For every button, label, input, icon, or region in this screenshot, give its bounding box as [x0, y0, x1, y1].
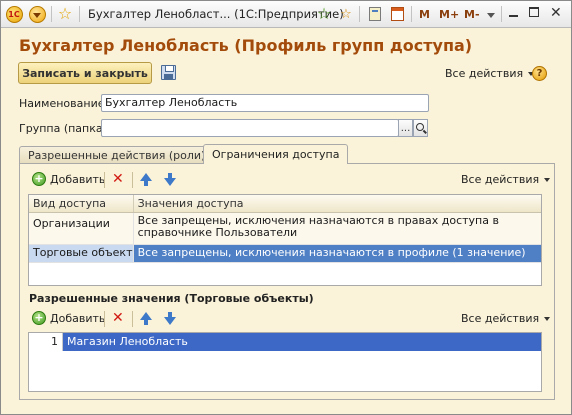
divider: [104, 311, 105, 327]
logo-1c-icon: 1С: [5, 5, 23, 23]
name-input[interactable]: Бухгалтер Ленобласть: [101, 94, 429, 112]
save-and-close-button[interactable]: Записать и закрыть: [18, 62, 152, 84]
title-bar: 1С ☆ Бухгалтер Ленобласт... (1С:Предприя…: [1, 1, 571, 28]
maximize-button[interactable]: [529, 7, 539, 17]
cell-row-number: 1: [29, 333, 63, 351]
allowed-values-table[interactable]: 1 Магазин Ленобласть: [28, 332, 542, 392]
access-kinds-table[interactable]: Вид доступа Значения доступа Организации…: [28, 194, 542, 286]
arrow-down-icon: [163, 311, 177, 325]
main-menu-button[interactable]: [28, 5, 46, 23]
all-actions-label: Все действия: [445, 67, 524, 80]
divider: [132, 172, 133, 188]
group-input[interactable]: [101, 119, 399, 137]
cell-values: Все запрещены, исключения назначаются в …: [137, 214, 499, 239]
cell-kind: Организации: [29, 213, 134, 244]
favorites-button[interactable]: ☆: [56, 5, 74, 23]
allowed-values-title: Разрешенные значения (Торговые объекты): [29, 292, 314, 305]
divider: [51, 6, 52, 22]
calculator-icon: [369, 7, 381, 21]
add-favorite-button[interactable]: ☆: [315, 5, 333, 23]
add-icon: +: [32, 172, 46, 186]
delete-button[interactable]: ✕: [112, 172, 124, 186]
move-down-value-button[interactable]: [163, 311, 177, 325]
app-window: 1С ☆ Бухгалтер Ленобласт... (1С:Предприя…: [0, 0, 572, 415]
help-icon[interactable]: ?: [532, 66, 547, 81]
calculator-button[interactable]: [366, 5, 384, 23]
page-title: Бухгалтер Ленобласть (Профиль групп дост…: [19, 36, 473, 55]
chevron-down-icon: [544, 316, 551, 321]
cell-value: Магазин Ленобласть: [67, 335, 188, 348]
add-label: Добавить: [50, 172, 106, 186]
tab-panel-access-restrictions: + Добавить ✕ Все действия Вид доступа Зн…: [19, 163, 555, 400]
minimize-icon: [509, 15, 518, 17]
select-button[interactable]: ...: [398, 119, 413, 137]
chevron-down-icon: [544, 177, 551, 182]
window-title: Бухгалтер Ленобласт... (1С:Предприятие): [88, 7, 344, 21]
move-down-button[interactable]: [163, 172, 177, 186]
memory-add-button[interactable]: M+: [439, 8, 459, 21]
delete-value-button[interactable]: ✕: [112, 311, 124, 325]
add-label: Добавить: [50, 311, 106, 325]
save-icon[interactable]: [161, 65, 176, 80]
memory-button[interactable]: M: [419, 8, 430, 21]
delete-icon: ✕: [112, 310, 124, 326]
star-icon: ☆: [57, 4, 73, 23]
add-access-kind-button[interactable]: + Добавить: [32, 172, 105, 186]
memory-subtract-button[interactable]: M-: [464, 8, 480, 21]
close-button[interactable]: ✕: [550, 5, 562, 21]
arrow-up-icon: [139, 311, 153, 325]
cell-kind: Торговые объекты: [29, 245, 134, 262]
delete-icon: ✕: [112, 171, 124, 187]
divider: [501, 6, 502, 22]
all-actions-menu[interactable]: Все действия: [445, 67, 535, 80]
divider: [359, 6, 360, 22]
all-actions-label: Все действия: [461, 312, 540, 325]
table-row[interactable]: Организации Все запрещены, исключения на…: [29, 213, 541, 245]
table-all-actions-menu[interactable]: Все действия: [461, 173, 551, 186]
all-actions-label: Все действия: [461, 173, 540, 186]
table-row-selected[interactable]: Торговые объекты Все запрещены, исключен…: [29, 245, 541, 263]
table-row-selected[interactable]: 1 Магазин Ленобласть: [29, 333, 541, 351]
divider: [411, 6, 412, 22]
bookmark-icon: ☆: [340, 6, 352, 22]
values-all-actions-menu[interactable]: Все действия: [461, 312, 551, 325]
name-label: Наименование:: [19, 97, 109, 110]
close-icon: ✕: [550, 5, 562, 21]
arrow-down-icon: [163, 172, 177, 186]
calendar-icon: [390, 7, 404, 21]
calendar-button[interactable]: [388, 5, 406, 23]
add-icon: +: [32, 311, 46, 325]
divider: [104, 172, 105, 188]
toolbar-chevron-down-icon[interactable]: [487, 13, 495, 18]
bookmark-button[interactable]: ☆: [337, 5, 355, 23]
table-header: Вид доступа Значения доступа: [29, 195, 541, 213]
move-up-button[interactable]: [139, 172, 153, 186]
cell-values: Все запрещены, исключения назначаются в …: [133, 245, 541, 262]
tab-allowed-actions[interactable]: Разрешенные действия (роли): [19, 146, 215, 164]
app-logo-icon[interactable]: 1С: [5, 5, 23, 23]
search-icon: [415, 123, 424, 131]
tab-access-restrictions[interactable]: Ограничения доступа: [203, 144, 349, 164]
add-value-button[interactable]: + Добавить: [32, 311, 105, 325]
column-header-kind[interactable]: Вид доступа: [29, 195, 134, 212]
move-up-value-button[interactable]: [139, 311, 153, 325]
divider: [132, 311, 133, 327]
search-button[interactable]: [413, 119, 428, 137]
chevron-down-icon: [28, 5, 46, 23]
divider: [79, 6, 80, 22]
arrow-up-icon: [139, 172, 153, 186]
group-label: Группа (папка):: [19, 122, 111, 135]
minimize-button[interactable]: [509, 7, 518, 17]
star-add-icon: ☆: [316, 4, 332, 23]
column-header-values[interactable]: Значения доступа: [134, 195, 541, 212]
maximize-icon: [529, 7, 539, 17]
